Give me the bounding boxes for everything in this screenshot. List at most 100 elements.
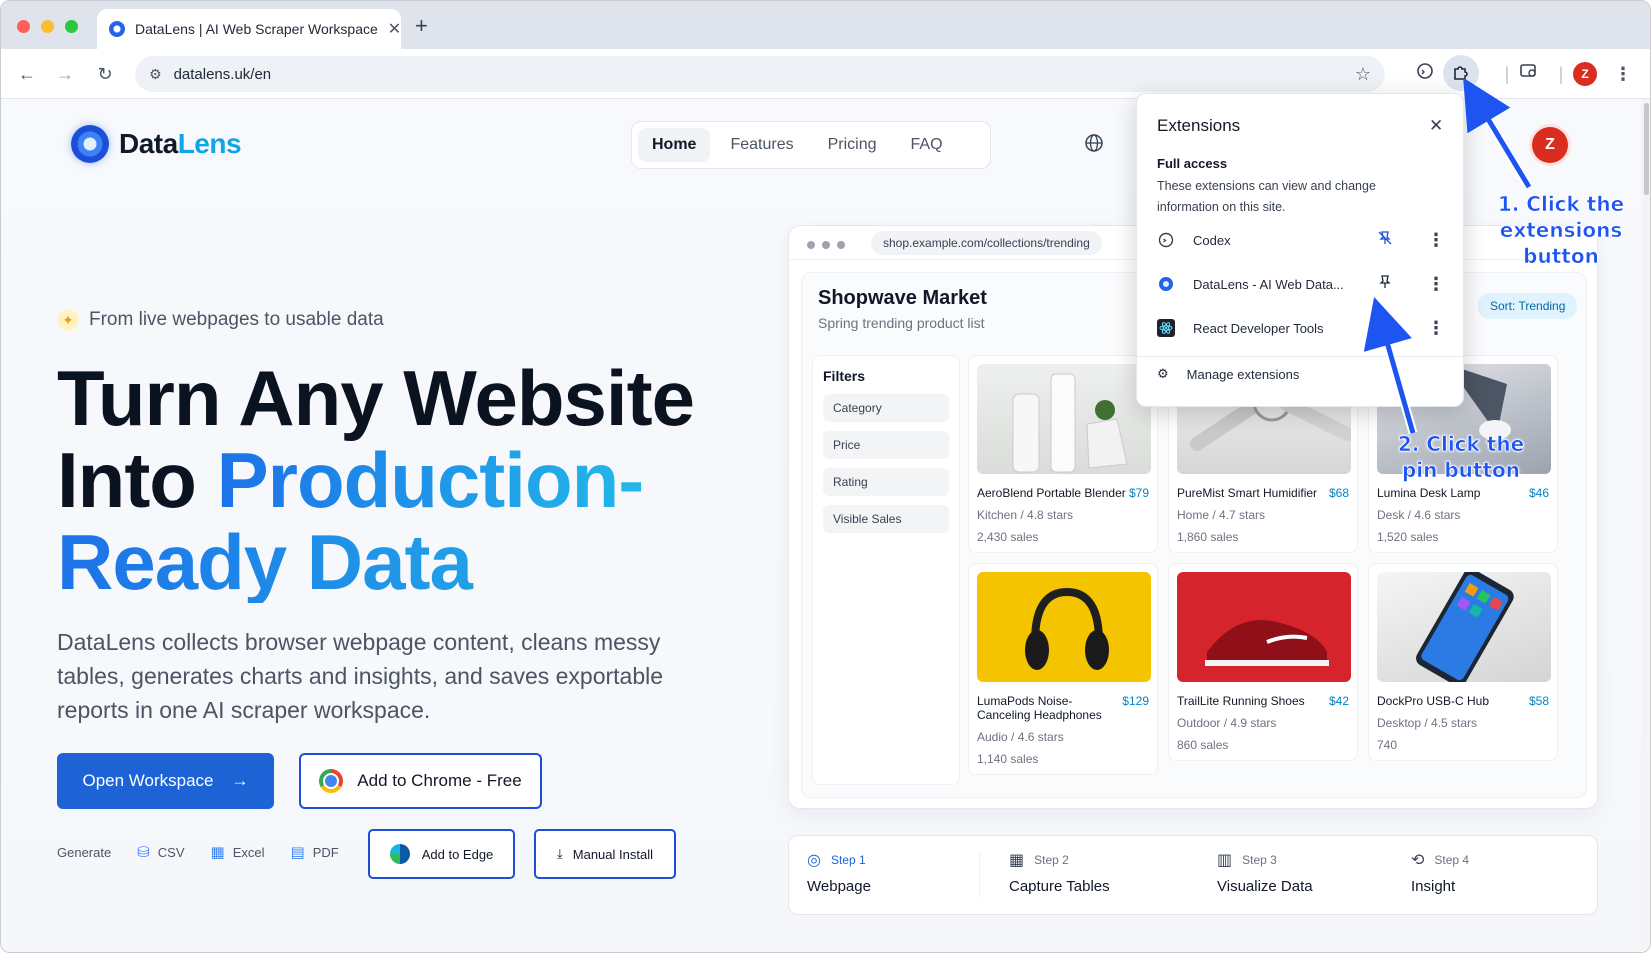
more-options-icon[interactable]: ⋮	[1427, 318, 1445, 339]
product-meta: Home / 4.7 stars	[1177, 508, 1266, 522]
filters-panel: Filters Category Price Rating Visible Sa…	[812, 355, 960, 785]
toolbar-divider-2: |	[1558, 64, 1564, 84]
product-sales: 2,430 sales	[977, 530, 1039, 544]
nav-home[interactable]: Home	[638, 128, 711, 162]
maximize-window-button[interactable]	[65, 20, 78, 33]
url-text[interactable]: datalens.uk/en	[174, 66, 1343, 83]
unpin-icon[interactable]	[1375, 230, 1395, 250]
product-image-headphones	[977, 572, 1151, 682]
extension-row-datalens[interactable]: DataLens - AI Web Data... ⋮	[1157, 266, 1447, 302]
full-access-description: These extensions can view and change inf…	[1157, 179, 1376, 214]
step-label: Step 2	[1034, 853, 1069, 867]
chrome-logo-icon	[319, 769, 344, 793]
product-price: $129	[1122, 694, 1149, 708]
logo-wordmark: DataLens	[119, 128, 242, 159]
extensions-puzzle-button[interactable]	[1443, 55, 1479, 91]
hero-subtext: DataLens collects browser webpage conten…	[57, 629, 664, 723]
edge-logo-icon	[389, 844, 410, 864]
language-globe-icon[interactable]	[1084, 133, 1104, 159]
product-meta: Desk / 4.6 stars	[1377, 508, 1461, 522]
annotation-step-1: 1. Click the extensions button	[1497, 192, 1625, 269]
product-image-hub	[1377, 572, 1551, 682]
preview-dot	[837, 241, 845, 249]
nav-features[interactable]: Features	[716, 128, 807, 162]
kebab-menu-icon[interactable]: ⋮	[1611, 62, 1635, 86]
close-icon[interactable]: ✕	[1429, 116, 1443, 136]
table-icon: ▦	[1009, 852, 1025, 869]
nav-faq[interactable]: FAQ	[897, 128, 957, 162]
step-visualize-data: ▥ Step 3 Visualize Data	[1217, 850, 1313, 895]
new-tab-button[interactable]: +	[415, 13, 428, 39]
product-price: $79	[1128, 486, 1149, 500]
extension-row-react-devtools[interactable]: React Developer Tools ⋮	[1157, 310, 1447, 346]
product-sales: 740	[1377, 738, 1398, 752]
shop-subtitle: Spring trending product list	[818, 315, 985, 331]
datalens-extension-icon	[1157, 275, 1175, 293]
extensions-popup: Extensions ✕ Full access These extension…	[1136, 93, 1464, 407]
tab-close-icon[interactable]: ✕	[388, 19, 401, 39]
tab-bar: DataLens | AI Web Scraper Workspace ✕ +	[1, 1, 1650, 49]
add-to-chrome-button[interactable]: Add to Chrome - Free	[299, 753, 542, 809]
nav-pricing[interactable]: Pricing	[814, 128, 891, 162]
reload-icon[interactable]: ↻	[93, 62, 117, 86]
browser-toolbar: ← → ↻ ⚙ datalens.uk/en ☆ | | Z ⋮	[1, 49, 1650, 99]
open-workspace-button[interactable]: Open Workspace →	[57, 753, 274, 809]
product-meta: Desktop / 4.5 stars	[1377, 716, 1478, 730]
download-icon: ⤓	[557, 846, 563, 861]
format-excel: ▦ Excel	[210, 844, 265, 861]
browser-tab[interactable]: DataLens | AI Web Scraper Workspace ✕	[97, 9, 401, 49]
back-arrow-icon[interactable]: ←	[15, 62, 39, 86]
format-pdf: ▤ PDF	[290, 844, 339, 861]
extensions-title: Extensions	[1157, 116, 1241, 135]
open-workspace-label: Open Workspace	[82, 771, 214, 790]
product-name: TrailLite Running Shoes	[1177, 694, 1305, 708]
step-divider	[979, 852, 980, 898]
datalens-logo[interactable]: DataLens	[71, 125, 242, 163]
step-webpage: ◎ Step 1 Webpage	[807, 850, 871, 895]
filter-rating: Rating	[823, 468, 949, 496]
react-icon	[1157, 319, 1175, 337]
more-options-icon[interactable]: ⋮	[1427, 230, 1445, 251]
step-label: Step 3	[1242, 853, 1277, 867]
profile-avatar[interactable]: Z	[1573, 62, 1597, 86]
arrow-right-icon: →	[231, 771, 249, 790]
tab-search-icon[interactable]	[1517, 62, 1541, 86]
more-options-icon[interactable]: ⋮	[1427, 274, 1445, 295]
user-avatar[interactable]: Z	[1532, 127, 1568, 163]
bookmark-star-icon[interactable]: ☆	[1355, 64, 1371, 85]
minimize-window-button[interactable]	[41, 20, 54, 33]
generate-label: Generate	[57, 844, 112, 860]
manage-extensions-link[interactable]: ⚙ Manage extensions	[1157, 366, 1299, 382]
address-bar[interactable]: ⚙ datalens.uk/en ☆	[135, 56, 1385, 92]
hero-headline: Turn Any Website Into Production- Ready …	[57, 357, 695, 603]
headline-line-3: Ready Data	[57, 521, 694, 603]
extension-row-codex[interactable]: Codex ⋮	[1157, 222, 1447, 258]
step-name: Capture Tables	[1009, 878, 1110, 895]
product-price: $42	[1328, 694, 1349, 708]
toolbar-divider: |	[1504, 64, 1510, 84]
datalens-logo-icon	[71, 125, 109, 163]
filter-visible-sales: Visible Sales	[823, 505, 949, 533]
pin-icon[interactable]	[1375, 274, 1395, 294]
extension-name: Codex	[1193, 232, 1231, 248]
globe-icon: ◎	[807, 852, 821, 869]
product-sales: 1,860 sales	[1177, 530, 1239, 544]
product-card: AeroBlend Portable Blender $79 Kitchen / …	[968, 355, 1158, 553]
product-price: $68	[1328, 486, 1349, 500]
close-window-button[interactable]	[17, 20, 30, 33]
add-to-edge-button[interactable]: Add to Edge	[368, 829, 515, 879]
product-sales: 860 sales	[1177, 738, 1229, 752]
codex-extension-icon[interactable]	[1413, 62, 1437, 86]
preview-url: shop.example.com/collections/trending	[871, 231, 1102, 255]
format-csv: ⛁ CSV	[137, 844, 185, 861]
add-to-edge-label: Add to Edge	[421, 846, 494, 862]
manual-install-button[interactable]: ⤓ Manual Install	[534, 829, 676, 879]
product-meta: Audio / 4.6 stars	[977, 730, 1064, 744]
scrollbar-thumb[interactable]	[1644, 103, 1649, 195]
product-name: DockPro USB-C Hub	[1377, 694, 1490, 708]
eyebrow-text: From live webpages to usable data	[89, 309, 384, 330]
shop-title: Shopwave Market	[818, 287, 987, 309]
forward-arrow-icon[interactable]: →	[53, 62, 77, 86]
product-sales: 1,520 sales	[1377, 530, 1439, 544]
site-settings-icon[interactable]: ⚙	[149, 66, 162, 83]
